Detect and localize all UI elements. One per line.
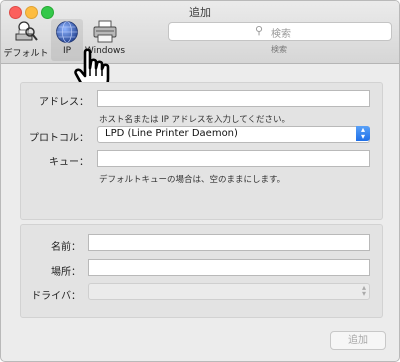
driver-label: ドライバ： [31,291,81,302]
name-field[interactable] [88,234,370,251]
location-label: 場所： [51,267,81,278]
search-input[interactable]: ⚲ 検索 [168,22,392,41]
name-label: 名前： [51,242,81,253]
windows-printer-icon [93,20,117,43]
window-title: 追加 [189,6,211,19]
queue-label: キュー： [49,157,89,168]
address-hint: ホスト名または IP アドレスを入力してください。 [99,115,291,125]
toolbar-default-label: デフォルト [3,49,49,59]
protocol-label: プロトコル： [29,133,89,144]
add-button[interactable]: 追加 [330,331,386,350]
protocol-value: LPD (Line Printer Daemon) [105,128,238,139]
search-placeholder: 検索 [271,29,291,40]
protocol-select[interactable]: LPD (Line Printer Daemon) ▴ ▾ [97,126,370,143]
search-icon: ⚲ [255,24,264,37]
toolbar-default-button[interactable]: デフォルト [3,19,49,61]
search-caption: 検索 [271,45,287,54]
toolbar: 追加 デフォルト IP Windows ⚲ 検索 検索 [1,1,399,64]
add-printer-window: 追加 デフォルト IP Windows ⚲ 検索 検索 アドレス： ホスト名また… [0,0,400,362]
default-printer-icon [15,21,38,41]
driver-select[interactable]: ▴ ▾ [88,283,370,300]
ip-globe-icon [56,21,78,43]
driver-popup-arrows-icon: ▴ ▾ [361,283,366,298]
queue-field[interactable] [97,150,370,167]
popup-arrows-icon: ▴ ▾ [356,126,370,141]
queue-hint: デフォルトキューの場合は、空のままにします。 [99,175,286,185]
location-field[interactable] [88,259,370,276]
address-field[interactable] [97,90,370,107]
address-label: アドレス： [39,97,89,108]
